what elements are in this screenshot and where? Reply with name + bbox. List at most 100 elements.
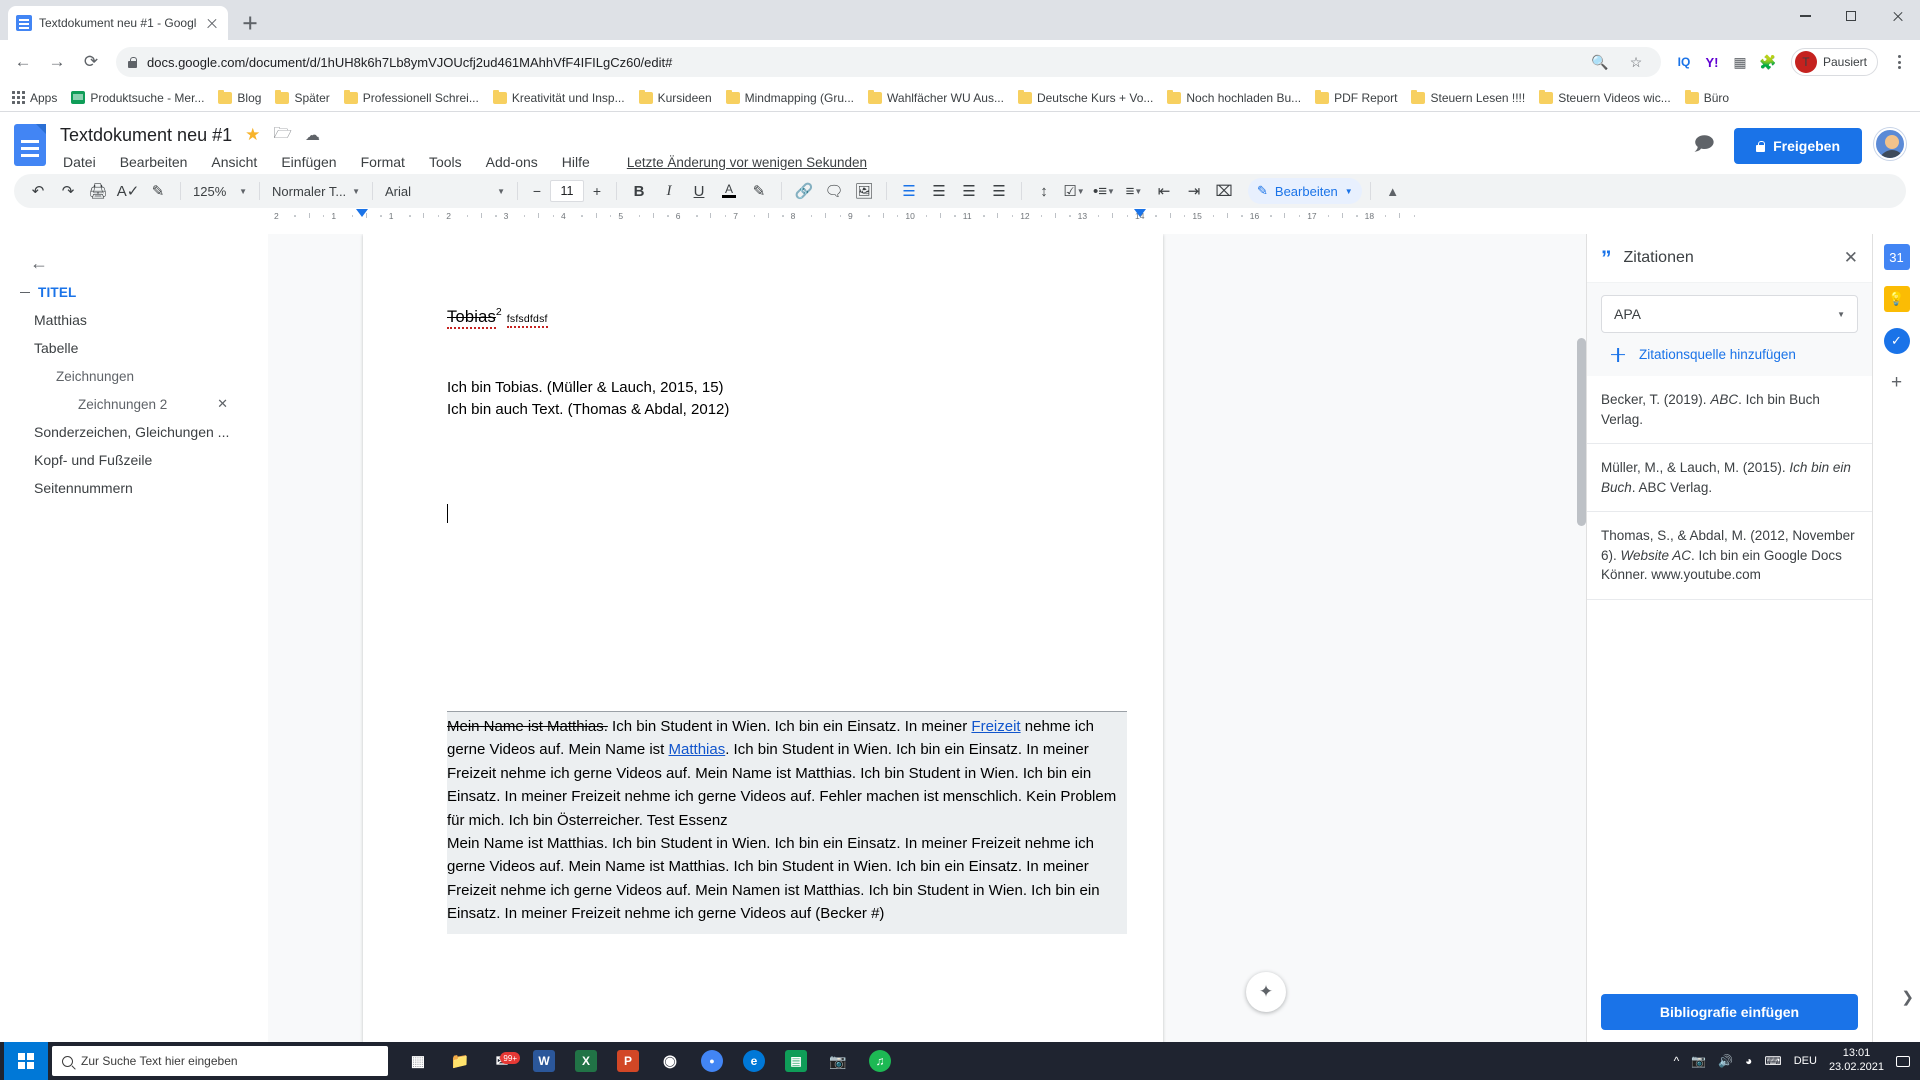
bookmark-item[interactable]: Kreativität und Insp... — [487, 88, 631, 108]
puzzle-extension-icon[interactable]: 🧩 — [1755, 49, 1781, 75]
expand-rail-icon[interactable]: ❯ — [1901, 988, 1914, 1006]
maximize-button[interactable] — [1828, 0, 1874, 32]
bookmark-item[interactable]: Deutsche Kurs + Vo... — [1012, 88, 1159, 108]
clear-formatting-icon[interactable]: ⌧ — [1210, 177, 1238, 205]
menu-item-format[interactable]: Format — [358, 153, 408, 171]
add-citation-source-button[interactable]: Zitationsquelle hinzufügen — [1601, 347, 1858, 362]
spellcheck-icon[interactable]: A✓ — [114, 177, 142, 205]
comment-add-icon[interactable]: 🗨 — [820, 177, 848, 205]
back-button[interactable]: ← — [8, 47, 38, 77]
keyboard-icon[interactable]: ⌨ — [1764, 1054, 1781, 1068]
bookmark-item[interactable]: Produktsuche - Mer... — [65, 88, 210, 108]
calendar-icon[interactable]: 31 — [1883, 244, 1910, 270]
taskbar-app-sheets[interactable]: ▤ — [776, 1042, 816, 1080]
taskbar-app-powerpoint[interactable]: P — [608, 1042, 648, 1080]
chrome-menu-button[interactable] — [1886, 49, 1912, 75]
italic-icon[interactable]: I — [655, 177, 683, 205]
font-selector[interactable]: Arial ▼ — [381, 184, 509, 199]
document-scroll-area[interactable]: Tobias2 fsfsdfdsf Ich bin Tobias. (Mülle… — [268, 234, 1586, 1042]
bookmark-item[interactable]: Noch hochladen Bu... — [1161, 88, 1307, 108]
yahoo-extension-icon[interactable]: Y! — [1699, 49, 1725, 75]
bookmark-item[interactable]: Kursideen — [633, 88, 718, 108]
notification-icon[interactable] — [1896, 1055, 1910, 1067]
bookmark-item[interactable]: Steuern Lesen !!!! — [1405, 88, 1531, 108]
numbered-list-icon[interactable]: ≡ ▼ — [1120, 177, 1148, 205]
taskbar-app-file-explorer[interactable]: 📁 — [440, 1042, 480, 1080]
underline-icon[interactable]: U — [685, 177, 713, 205]
zoom-selector[interactable]: 125% ▼ — [189, 184, 251, 199]
bookmark-item[interactable]: Apps — [6, 88, 63, 108]
editing-mode-selector[interactable]: ✎ Bearbeiten ▼ — [1248, 178, 1362, 204]
document-page[interactable]: Tobias2 fsfsdfdsf Ich bin Tobias. (Mülle… — [363, 234, 1163, 1042]
outline-item-matthias[interactable]: Matthias — [0, 306, 268, 334]
taskbar-app-mail[interactable]: ✉99+ — [482, 1042, 522, 1080]
taskbar-app-task-view[interactable]: ▦ — [398, 1042, 438, 1080]
bookmark-item[interactable]: Büro — [1679, 88, 1735, 108]
new-tab-button[interactable] — [236, 9, 264, 37]
collapse-toolbar-button[interactable]: ▲ — [1379, 177, 1407, 205]
outline-item-seitennummern[interactable]: Seitennummern — [0, 474, 268, 502]
outline-item-sonderzeichen-gleichungen[interactable]: Sonderzeichen, Gleichungen ... — [0, 418, 268, 446]
move-to-folder-icon[interactable]: 🗁 — [273, 123, 292, 148]
text-color-icon[interactable]: A — [715, 177, 743, 205]
paint-format-icon[interactable]: ✎ — [144, 177, 172, 205]
user-avatar[interactable] — [1874, 128, 1906, 160]
zoom-icon[interactable]: 🔍 — [1587, 49, 1613, 75]
taskbar-app-edge[interactable]: e — [734, 1042, 774, 1080]
citation-entry[interactable]: Müller, M., & Lauch, M. (2015). Ich bin … — [1587, 444, 1872, 513]
tasks-icon[interactable]: ✓ — [1883, 328, 1910, 354]
language-indicator[interactable]: DEU — [1794, 1055, 1817, 1067]
horizontal-ruler[interactable]: 2 1 1 2 3 4 5 6 7 8 9 10 11 12 13 14 15 16 17 18 — [268, 208, 1598, 222]
font-size-stepper[interactable]: − 11 + — [526, 180, 608, 202]
menu-item-tools[interactable]: Tools — [426, 153, 465, 171]
redo-icon[interactable]: ↷ — [54, 177, 82, 205]
add-addon-icon[interactable]: + — [1884, 370, 1910, 396]
insert-bibliography-button[interactable]: Bibliografie einfügen — [1601, 994, 1858, 1030]
highlight-icon[interactable]: ✎ — [745, 177, 773, 205]
taskbar-app-chrome[interactable]: ● — [692, 1042, 732, 1080]
share-button[interactable]: Freigeben — [1734, 128, 1862, 164]
outline-item-zeichnungen[interactable]: Zeichnungen — [0, 362, 268, 390]
citation-entry[interactable]: Becker, T. (2019). ABC. Ich bin Buch Ver… — [1587, 376, 1872, 445]
link-icon[interactable]: 🔗 — [790, 177, 818, 205]
grid-extension-icon[interactable]: ▦ — [1727, 49, 1753, 75]
decrease-indent-icon[interactable]: ⇤ — [1150, 177, 1178, 205]
print-icon[interactable]: 🖨 — [84, 177, 112, 205]
increase-indent-icon[interactable]: ⇥ — [1180, 177, 1208, 205]
decrease-font-size-button[interactable]: − — [526, 180, 548, 202]
bold-icon[interactable]: B — [625, 177, 653, 205]
taskbar-app-word[interactable]: W — [524, 1042, 564, 1080]
bookmark-item[interactable]: Später — [269, 88, 335, 108]
bookmark-item[interactable]: Wahlfächer WU Aus... — [862, 88, 1010, 108]
menu-item-hilfe[interactable]: Hilfe — [559, 153, 593, 171]
font-size-value[interactable]: 11 — [550, 180, 584, 202]
close-icon[interactable]: ✕ — [1844, 248, 1858, 268]
vertical-scrollbar[interactable] — [1577, 338, 1586, 526]
paragraph-style-selector[interactable]: Normaler T... ▼ — [268, 184, 364, 199]
link-freizeit[interactable]: Freizeit — [971, 718, 1020, 735]
last-edit-status[interactable]: Letzte Änderung vor wenigen Sekunden — [627, 155, 867, 170]
bulleted-list-icon[interactable]: •≡ ▼ — [1090, 177, 1118, 205]
camera-icon[interactable]: 📷 — [1691, 1054, 1706, 1068]
left-indent-marker[interactable] — [356, 209, 368, 217]
show-hidden-icons[interactable]: ^ — [1674, 1054, 1680, 1068]
align-center-icon[interactable]: ☰ — [925, 177, 953, 205]
browser-tab[interactable]: Textdokument neu #1 - Google D — [8, 6, 228, 40]
drive-cloud-icon[interactable]: ☁ — [305, 126, 320, 144]
align-left-icon[interactable]: ☰ — [895, 177, 923, 205]
menu-item-add-ons[interactable]: Add-ons — [483, 153, 541, 171]
minimize-button[interactable] — [1782, 0, 1828, 32]
checklist-icon[interactable]: ☑ ▼ — [1060, 177, 1088, 205]
arrow-back-icon[interactable]: ← — [24, 248, 54, 278]
taskbar-app-spotify[interactable]: ♫ — [860, 1042, 900, 1080]
citation-style-selector[interactable]: APA ▼ — [1601, 295, 1858, 333]
collapse-minus-icon[interactable] — [20, 286, 32, 298]
menu-item-ansicht[interactable]: Ansicht — [208, 153, 260, 171]
bookmark-item[interactable]: Steuern Videos wic... — [1533, 88, 1677, 108]
explore-icon[interactable]: ✦ — [1246, 972, 1286, 1012]
docs-logo-icon[interactable] — [14, 122, 54, 168]
bookmark-item[interactable]: Blog — [212, 88, 267, 108]
search-input[interactable]: Zur Suche Text hier eingeben — [52, 1046, 388, 1076]
taskbar-app-photos[interactable]: 📷 — [818, 1042, 858, 1080]
star-icon[interactable]: ★ — [245, 125, 260, 145]
